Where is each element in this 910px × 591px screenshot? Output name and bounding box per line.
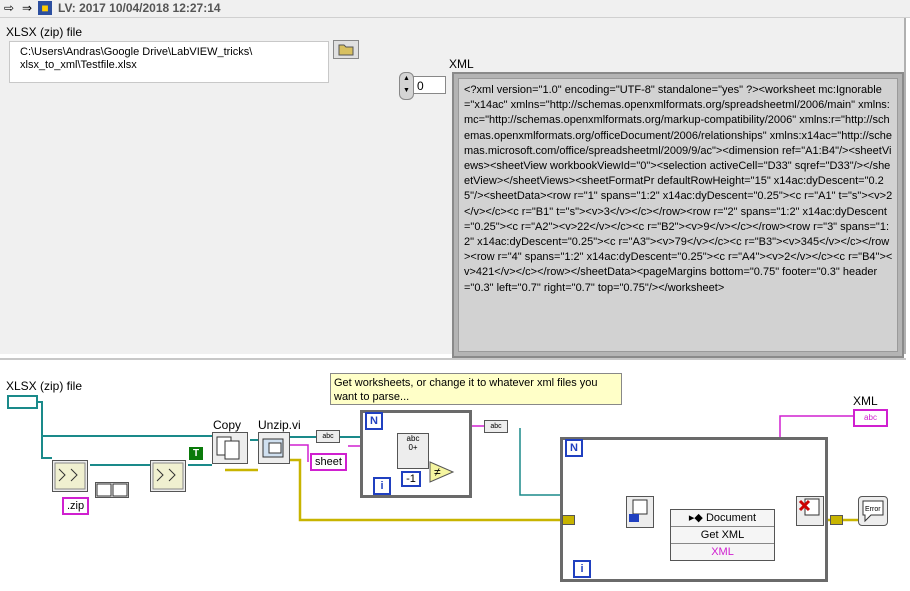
- concatenate-icon: [96, 483, 128, 497]
- load-xml-file-node[interactable]: [626, 496, 654, 528]
- filter-for-loop[interactable]: N i abc 0+ -1 ≠: [360, 410, 472, 498]
- strip-path-node[interactable]: [52, 460, 88, 492]
- build-path-node[interactable]: [150, 460, 186, 492]
- document-property-node[interactable]: ▸◆ Document Get XML XML: [670, 509, 775, 561]
- unzip-icon: [262, 438, 284, 458]
- load-xml-icon: [629, 499, 648, 522]
- unzip-node[interactable]: [258, 432, 290, 464]
- path-control-terminal[interactable]: [7, 395, 38, 409]
- outer-loop-count-terminal[interactable]: N: [565, 439, 583, 457]
- copy-node[interactable]: [212, 432, 248, 464]
- build-array-node[interactable]: abc: [484, 420, 508, 433]
- loop-iteration-terminal: i: [373, 477, 391, 495]
- string-constant-array[interactable]: abc: [316, 430, 340, 443]
- sheet-string-constant[interactable]: sheet: [310, 453, 347, 471]
- unzip-label: Unzip.vi: [258, 418, 301, 432]
- property-get-xml[interactable]: Get XML: [671, 527, 774, 544]
- neg-one-constant[interactable]: -1: [401, 471, 421, 487]
- loop-count-terminal[interactable]: N: [365, 412, 383, 430]
- outer-loop-iteration-terminal: i: [573, 560, 591, 578]
- close-reference-node[interactable]: [796, 496, 824, 526]
- reference-arrow-icon: ▸◆: [688, 512, 706, 524]
- build-path-icon: [152, 462, 184, 490]
- xml-terminal-label: XML: [853, 394, 878, 408]
- comment-label: Get worksheets, or change it to whatever…: [330, 373, 622, 405]
- not-equal-icon[interactable]: ≠: [429, 461, 455, 483]
- zip-extension-constant[interactable]: .zip: [62, 497, 90, 515]
- property-class[interactable]: ▸◆ Document: [671, 510, 774, 527]
- path-terminal-label: XLSX (zip) file: [6, 379, 83, 393]
- svg-text:Error: Error: [865, 506, 881, 513]
- close-reference-icon: [798, 498, 820, 516]
- svg-text:≠: ≠: [434, 465, 441, 479]
- copy-label: Copy: [213, 418, 242, 432]
- error-handler-icon: Error: [862, 500, 884, 523]
- property-output-xml[interactable]: XML: [671, 544, 774, 560]
- true-constant[interactable]: T: [189, 447, 203, 460]
- strip-path-icon: [54, 462, 86, 490]
- shift-register-left[interactable]: [562, 515, 575, 525]
- shift-register-right[interactable]: [830, 515, 843, 525]
- xml-indicator-terminal[interactable]: abc: [853, 409, 888, 427]
- concatenate-node[interactable]: [95, 482, 129, 498]
- copy-file-icon: [216, 436, 240, 460]
- simple-error-handler-node[interactable]: Error: [858, 496, 888, 526]
- search-string-node[interactable]: abc 0+: [397, 433, 429, 469]
